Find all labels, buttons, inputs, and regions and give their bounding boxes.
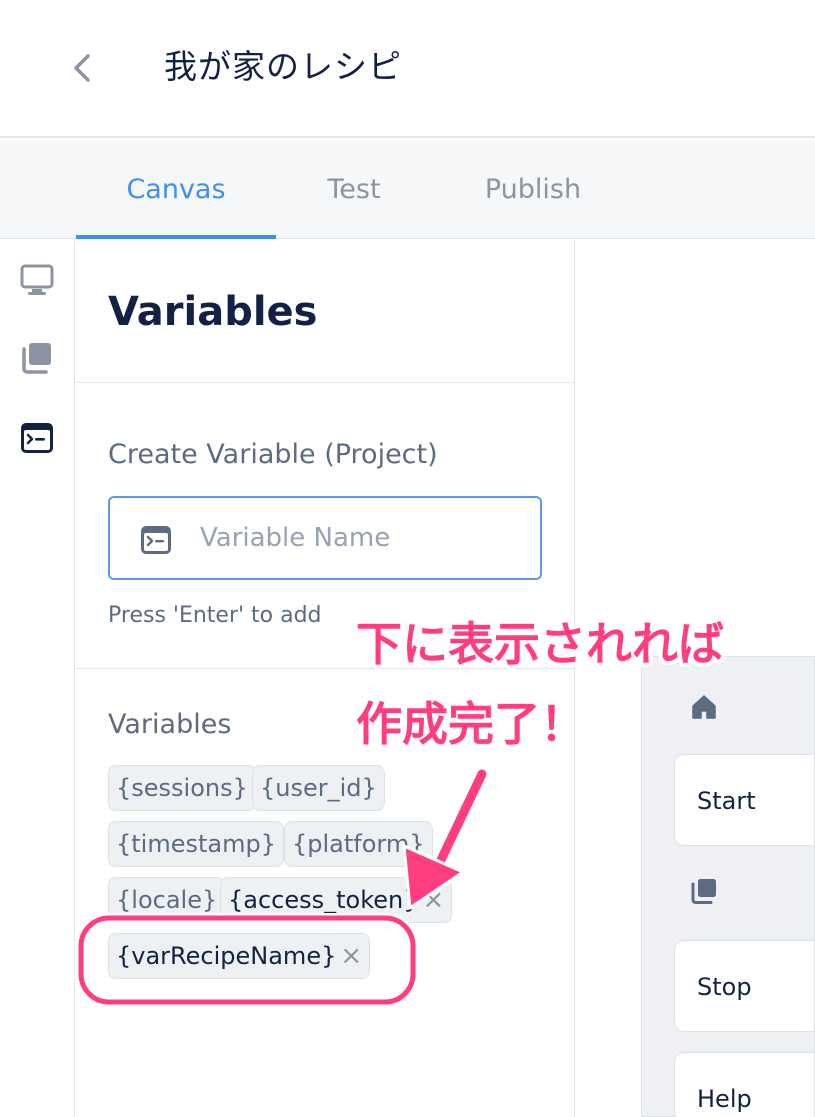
monitor-icon [20, 264, 54, 295]
tab-test[interactable]: Test [290, 140, 418, 239]
block-label: Start [697, 787, 756, 815]
variable-chip-access-token: {access_token} × [220, 877, 453, 923]
remove-variable-button[interactable]: × [423, 878, 445, 922]
variable-chip-label: {access_token} [228, 886, 419, 914]
variable-chip-label: {varRecipeName} [116, 942, 337, 970]
block-label: Stop [697, 973, 752, 1001]
variable-chip-platform: {platform} [284, 821, 433, 867]
enter-hint: Press 'Enter' to add [108, 603, 322, 628]
tab-publish[interactable]: Publish [450, 140, 616, 239]
variables-icon [141, 526, 171, 554]
divider [76, 382, 575, 383]
back-button[interactable] [62, 44, 102, 92]
project-title: 我が家のレシピ [164, 47, 402, 86]
variable-chip-var-recipe-name: {varRecipeName} × [108, 933, 371, 979]
variable-chip-locale: {locale} [108, 877, 226, 923]
variables-panel: Variables Create Variable (Project) Pres… [76, 239, 575, 1117]
variables-list-heading: Variables [108, 709, 232, 740]
stack-icon [691, 879, 716, 904]
variable-chip-timestamp: {timestamp} [108, 821, 284, 867]
tab-bar: Canvas Test Publish [0, 140, 815, 239]
variable-chip-sessions: {sessions} [108, 765, 256, 811]
variable-name-input[interactable] [200, 516, 520, 560]
block-help[interactable]: Help [674, 1052, 815, 1117]
block-stop[interactable]: Stop [674, 940, 815, 1032]
panel-title: Variables [108, 289, 318, 335]
home-icon [692, 695, 716, 719]
remove-variable-button[interactable]: × [340, 934, 362, 978]
annotation-text-line2: 作成完了！ [356, 697, 586, 751]
variable-chip-user-id: {user_id} [252, 765, 385, 811]
chevron-left-icon [74, 54, 90, 82]
sidebar-rail [0, 239, 75, 1117]
create-variable-heading: Create Variable (Project) [108, 439, 438, 470]
header-bar: 我が家のレシピ [0, 0, 815, 138]
variable-name-field[interactable] [108, 496, 542, 580]
block-start[interactable]: Start [674, 754, 815, 846]
blocks-palette [641, 656, 815, 1117]
stack-icon [22, 343, 51, 374]
sidebar-item-variables[interactable] [18, 419, 56, 457]
block-label: Help [697, 1085, 752, 1113]
sidebar-item-blocks[interactable] [18, 339, 56, 377]
annotation-text-line1: 下に表示されれば [356, 617, 724, 671]
variables-icon [21, 423, 53, 453]
sidebar-item-display[interactable] [18, 261, 56, 299]
tab-canvas[interactable]: Canvas [76, 140, 276, 239]
